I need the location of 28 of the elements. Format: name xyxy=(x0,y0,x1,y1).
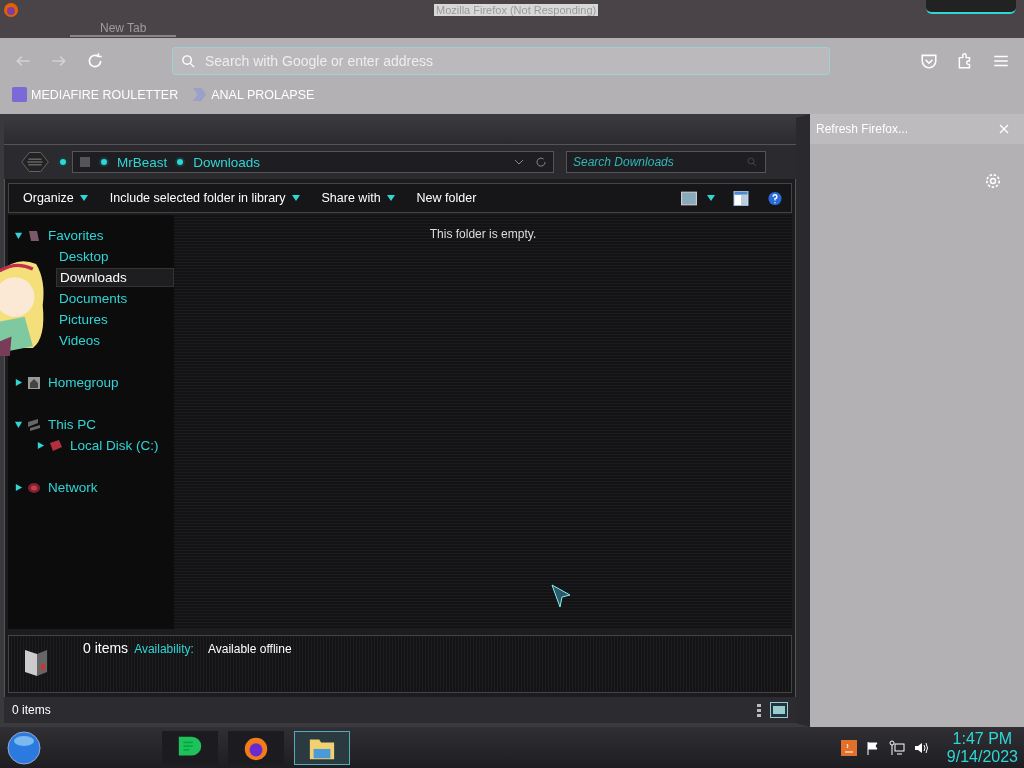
tree-item[interactable]: Downloads xyxy=(56,268,174,288)
window-title: Mozilla Firefox (Not Responding) xyxy=(434,4,599,16)
clock[interactable]: 1:47 PM 9/14/2023 xyxy=(946,729,1018,766)
command-button[interactable]: Organize xyxy=(17,189,94,208)
clock-time: 1:47 PM xyxy=(952,729,1013,748)
breadcrumb-link[interactable]: MrBeast xyxy=(117,154,168,170)
item-count: 0 items xyxy=(83,640,129,657)
availability-value: Available offline xyxy=(207,642,292,657)
tree-item[interactable]: Network xyxy=(45,479,101,497)
breadcrumb-link[interactable]: Downloads xyxy=(193,154,261,170)
tree-item[interactable]: Pictures xyxy=(56,311,111,329)
search-field[interactable]: Search Downloads xyxy=(566,151,766,174)
tree-item[interactable]: Desktop xyxy=(56,248,112,266)
command-button[interactable]: Include selected folder in library xyxy=(103,189,306,208)
status-text: 0 items xyxy=(12,703,51,718)
tree-item[interactable]: Homegroup xyxy=(45,374,122,392)
tree-item[interactable]: Local Disk (C:) xyxy=(67,437,162,455)
tree-item[interactable]: Documents xyxy=(56,290,131,308)
tree-item[interactable]: Videos xyxy=(56,332,104,350)
address-bar[interactable]: MrBeast Downloads xyxy=(72,151,554,174)
tree-item[interactable]: This PC xyxy=(45,416,99,434)
clock-date: 9/14/2023 xyxy=(946,747,1018,766)
empty-folder-message: This folder is empty. xyxy=(429,227,537,242)
browser-tab[interactable]: New Tab xyxy=(70,20,177,37)
tree-item[interactable]: Favorites xyxy=(45,227,107,245)
command-button[interactable]: Share with xyxy=(315,189,401,208)
availability-label: Availability: xyxy=(134,642,194,657)
command-button[interactable]: New folder xyxy=(410,189,483,208)
